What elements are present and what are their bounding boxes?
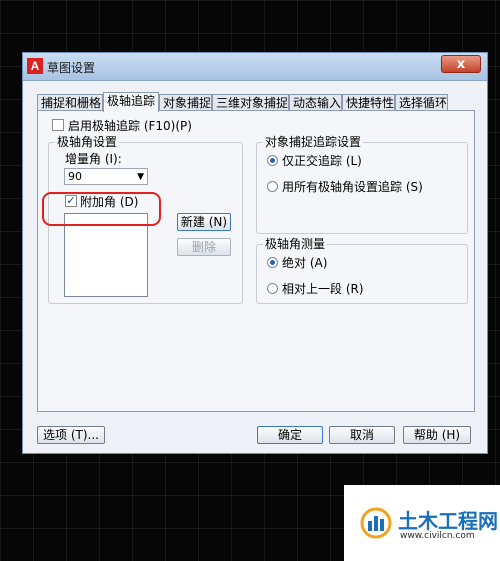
orthogonal-only-radio[interactable]: [267, 155, 278, 166]
watermark-name: 土木工程网: [398, 509, 498, 533]
drafting-settings-dialog: A 草图设置 x 捕捉和栅格 极轴追踪 对象捕捉 三维对象捕捉 动态输入 快捷特…: [22, 52, 488, 454]
enable-polar-label: 启用极轴追踪 (F10)(P): [68, 119, 192, 133]
increment-angle-value: 90: [68, 170, 82, 183]
watermark-url: www.civilcn.com: [400, 531, 475, 541]
tab-selection-cycling[interactable]: 选择循环: [395, 94, 448, 111]
tab-polar-tracking[interactable]: 极轴追踪: [103, 92, 159, 112]
help-button[interactable]: 帮助 (H): [403, 426, 471, 444]
cancel-button[interactable]: 取消: [329, 426, 395, 444]
tab-dynamic-input[interactable]: 动态输入: [289, 94, 342, 111]
all-polar-angles-label: 用所有极轴角设置追踪 (S): [282, 180, 423, 194]
absolute-radio[interactable]: [267, 257, 278, 268]
title-bar[interactable]: A 草图设置 x: [23, 53, 487, 81]
close-button[interactable]: x: [441, 55, 481, 73]
all-polar-angles-radio[interactable]: [267, 181, 278, 192]
site-logo-icon: [360, 507, 392, 539]
annotation-highlight: [42, 192, 161, 226]
tab-quick-properties[interactable]: 快捷特性: [342, 94, 395, 111]
chevron-down-icon: ▼: [137, 172, 144, 182]
enable-polar-checkbox[interactable]: [52, 119, 64, 131]
delete-angle-button[interactable]: 删除: [177, 238, 231, 256]
object-snap-tracking-group: 对象捕捉追踪设置 仅正交追踪 (L) 用所有极轴角设置追踪 (S): [256, 135, 468, 234]
polar-angle-settings-title: 极轴角设置: [55, 135, 120, 149]
relative-last-segment-label: 相对上一段 (R): [282, 282, 364, 296]
tab-object-snap[interactable]: 对象捕捉: [159, 94, 212, 111]
tab-snap-grid[interactable]: 捕捉和栅格: [37, 94, 103, 111]
increment-angle-label: 增量角 (I):: [65, 152, 122, 166]
relative-last-segment-radio[interactable]: [267, 283, 278, 294]
polar-angle-measurement-group: 极轴角测量 绝对 (A) 相对上一段 (R): [256, 237, 468, 304]
polar-tracking-panel: 启用极轴追踪 (F10)(P) 极轴角设置 增量角 (I): 90 ▼ ✓ 附加…: [37, 110, 475, 412]
object-snap-tracking-title: 对象捕捉追踪设置: [263, 135, 364, 149]
absolute-label: 绝对 (A): [282, 256, 328, 270]
tab-3d-object-snap[interactable]: 三维对象捕捉: [212, 94, 289, 111]
options-button[interactable]: 选项 (T)...: [37, 426, 105, 444]
orthogonal-only-label: 仅正交追踪 (L): [282, 154, 362, 168]
increment-angle-select[interactable]: 90 ▼: [64, 168, 148, 185]
polar-angle-measurement-title: 极轴角测量: [263, 237, 328, 251]
window-title: 草图设置: [47, 61, 96, 75]
new-angle-button[interactable]: 新建 (N): [177, 213, 231, 231]
watermark: 土木工程网 www.civilcn.com: [344, 485, 500, 561]
ok-button[interactable]: 确定: [257, 426, 323, 444]
autocad-logo-icon: A: [27, 58, 43, 74]
